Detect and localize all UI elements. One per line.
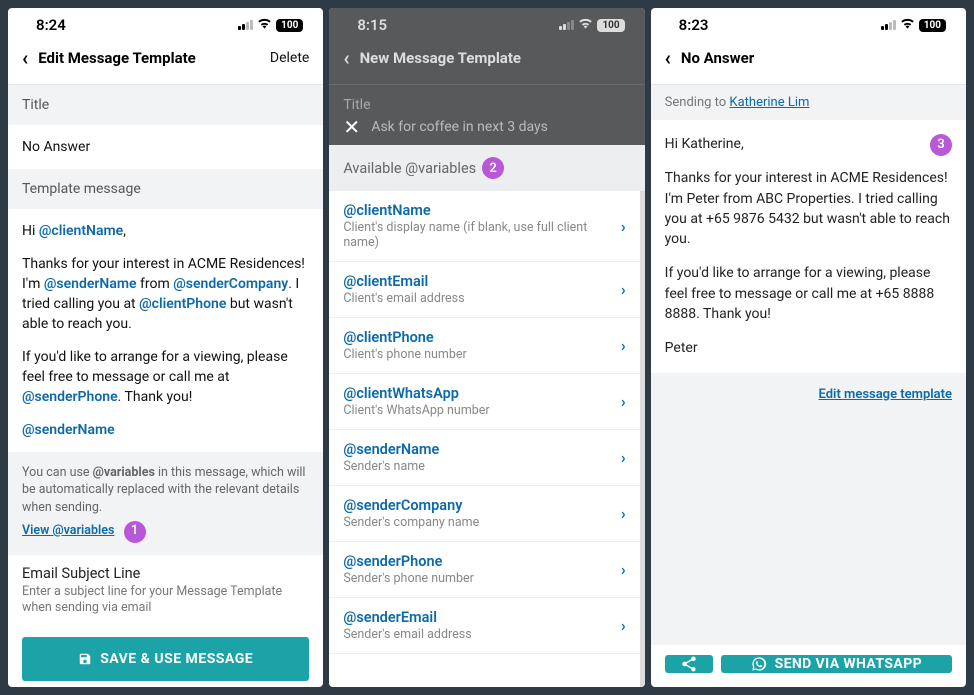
status-time: 8:15 — [357, 16, 387, 34]
variable-name: @clientEmail — [343, 273, 620, 290]
template-message-input[interactable]: Hi @clientName, Thanks for your interest… — [8, 209, 323, 452]
callout-badge-2: 2 — [482, 157, 504, 179]
var-sendername-sig: @senderName — [22, 422, 115, 438]
title-placeholder-row: ✕ Ask for coffee in next 3 days — [329, 117, 644, 145]
back-icon[interactable]: ‹ — [665, 46, 671, 70]
var-sendername: @senderName — [44, 276, 137, 292]
variable-item[interactable]: @clientPhoneClient's phone number› — [329, 318, 639, 374]
title-input[interactable]: No Answer — [8, 125, 323, 169]
phone-send-message: 8:23 100 ‹ No Answer Sending to Katherin… — [651, 8, 966, 687]
variable-name: @clientName — [343, 202, 620, 219]
battery-indicator: 100 — [276, 19, 303, 32]
variables-list[interactable]: @clientNameClient's display name (if bla… — [329, 191, 644, 687]
share-icon — [680, 655, 698, 673]
variable-item[interactable]: @senderCompanySender's company name› — [329, 486, 639, 542]
chevron-right-icon: › — [621, 392, 626, 411]
save-use-message-button[interactable]: SAVE & USE MESSAGE — [22, 637, 309, 681]
var-clientname: @clientName — [39, 223, 123, 239]
variables-hint: You can use @variables in this message, … — [8, 452, 323, 555]
variable-desc: Sender's name — [343, 459, 620, 474]
subject-title: Email Subject Line — [22, 565, 309, 582]
signal-icon — [881, 20, 896, 30]
variable-item[interactable]: @senderEmailSender's email address› — [329, 598, 639, 654]
chevron-right-icon: › — [621, 616, 626, 635]
var-clientphone: @clientPhone — [139, 296, 226, 312]
share-button[interactable] — [665, 655, 713, 673]
whatsapp-icon — [751, 656, 767, 672]
chevron-right-icon: › — [621, 336, 626, 355]
variable-name: @clientWhatsApp — [343, 385, 620, 402]
page-title: No Answer — [681, 49, 952, 67]
page-title: New Message Template — [360, 49, 631, 67]
signal-icon — [238, 20, 253, 30]
variable-desc: Client's WhatsApp number — [343, 403, 620, 418]
rendered-message: 3 Hi Katherine, Thanks for your interest… — [651, 120, 966, 373]
back-icon[interactable]: ‹ — [22, 46, 28, 70]
screen-header: ‹ No Answer — [651, 38, 966, 85]
variables-sheet-header: Available @variables 2 — [329, 145, 644, 191]
status-bar: 8:15 100 — [329, 8, 644, 38]
recipient-link[interactable]: Katherine Lim — [729, 95, 809, 110]
variable-desc: Client's phone number — [343, 347, 620, 362]
status-time: 8:24 — [36, 16, 66, 34]
battery-indicator: 100 — [919, 19, 946, 32]
callout-badge-1: 1 — [124, 521, 146, 543]
email-subject-section: Email Subject Line Enter a subject line … — [8, 555, 323, 628]
callout-badge-3: 3 — [930, 134, 952, 156]
wifi-icon — [257, 17, 272, 33]
var-senderphone: @senderPhone — [22, 389, 118, 405]
save-icon — [78, 652, 92, 666]
template-message-label: Template message — [8, 169, 323, 209]
variable-name: @clientPhone — [343, 329, 620, 346]
variable-desc: Sender's company name — [343, 515, 620, 530]
variable-name: @senderCompany — [343, 497, 620, 514]
variable-desc: Sender's email address — [343, 627, 620, 642]
phone-variables-sheet: 8:15 100 ‹ New Message Template Title ✕ … — [329, 8, 644, 687]
variable-item[interactable]: @clientNameClient's display name (if bla… — [329, 191, 639, 262]
status-indicators: 100 — [238, 17, 303, 33]
send-via-whatsapp-button[interactable]: SEND VIA WHATSAPP — [721, 655, 952, 673]
dimmed-backdrop: 8:15 100 ‹ New Message Template Title ✕ … — [329, 8, 644, 145]
view-variables-link[interactable]: View @variables — [22, 522, 114, 540]
variable-item[interactable]: @clientEmailClient's email address› — [329, 262, 639, 318]
status-time: 8:23 — [679, 16, 709, 34]
screen-header: ‹ New Message Template — [329, 38, 644, 85]
screen-header: ‹ Edit Message Template Delete — [8, 38, 323, 85]
phone-edit-template: 8:24 100 ‹ Edit Message Template Delete … — [8, 8, 323, 687]
action-row: SEND VIA WHATSAPP — [651, 645, 966, 687]
edit-message-template-link[interactable]: Edit message template — [819, 387, 952, 402]
variable-desc: Client's display name (if blank, use ful… — [343, 220, 620, 250]
wifi-icon — [578, 17, 593, 33]
wifi-icon — [900, 17, 915, 33]
chevron-right-icon: › — [621, 560, 626, 579]
battery-indicator: 100 — [597, 19, 624, 32]
variable-name: @senderName — [343, 441, 620, 458]
chevron-right-icon: › — [621, 504, 626, 523]
status-bar: 8:24 100 — [8, 8, 323, 38]
subject-desc: Enter a subject line for your Message Te… — [22, 584, 309, 618]
back-icon[interactable]: ‹ — [343, 46, 349, 70]
page-title: Edit Message Template — [38, 49, 270, 67]
variable-desc: Sender's phone number — [343, 571, 620, 586]
variable-item[interactable]: @senderNameSender's name› — [329, 430, 639, 486]
variable-item[interactable]: @senderPhoneSender's phone number› — [329, 542, 639, 598]
title-label: Title — [8, 85, 323, 125]
title-label: Title — [329, 85, 644, 117]
chevron-right-icon: › — [621, 217, 626, 236]
chevron-right-icon: › — [621, 448, 626, 467]
close-icon[interactable]: ✕ — [343, 115, 360, 139]
signal-icon — [559, 20, 574, 30]
status-bar: 8:23 100 — [651, 8, 966, 38]
chevron-right-icon: › — [621, 280, 626, 299]
status-indicators: 100 — [881, 17, 946, 33]
delete-button[interactable]: Delete — [270, 50, 309, 66]
edit-template-row: Edit message template — [651, 373, 966, 645]
sending-to-row: Sending to Katherine Lim — [651, 85, 966, 120]
variable-name: @senderPhone — [343, 553, 620, 570]
var-sendercompany: @senderCompany — [173, 276, 288, 292]
variable-item[interactable]: @clientWhatsAppClient's WhatsApp number› — [329, 374, 639, 430]
variable-name: @senderEmail — [343, 609, 620, 626]
variable-desc: Client's email address — [343, 291, 620, 306]
status-indicators: 100 — [559, 17, 624, 33]
